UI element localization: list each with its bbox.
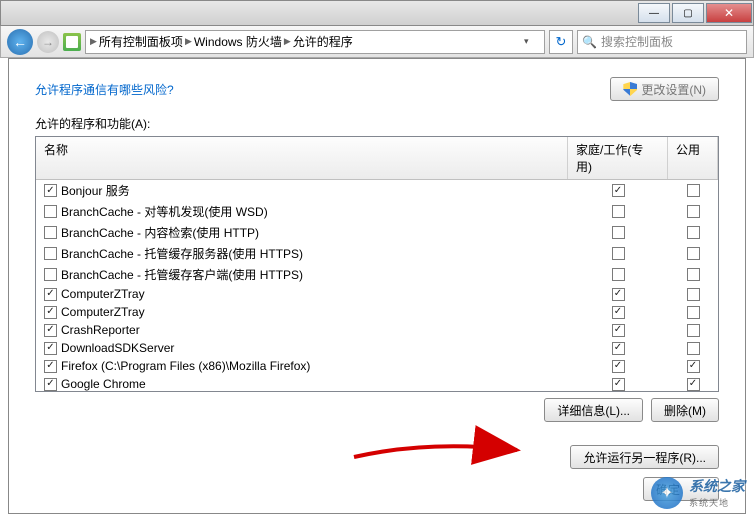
public-checkbox[interactable]	[687, 360, 700, 373]
public-checkbox[interactable]	[687, 268, 700, 281]
home-checkbox[interactable]	[612, 184, 625, 197]
name-checkbox[interactable]	[44, 288, 57, 301]
breadcrumb-item[interactable]: 所有控制面板项	[99, 33, 183, 50]
forward-button: →	[37, 31, 59, 53]
name-checkbox[interactable]	[44, 324, 57, 337]
home-checkbox[interactable]	[612, 205, 625, 218]
public-checkbox[interactable]	[687, 342, 700, 355]
table-row[interactable]: BranchCache - 对等机发现(使用 WSD)	[36, 201, 718, 222]
risk-link[interactable]: 允许程序通信有哪些风险?	[35, 81, 174, 98]
program-name: DownloadSDKServer	[61, 341, 174, 355]
program-name: ComputerZTray	[61, 287, 145, 301]
allowed-programs-list: 名称 家庭/工作(专用) 公用 Bonjour 服务 BranchCache - …	[35, 136, 719, 392]
public-checkbox[interactable]	[687, 378, 700, 391]
home-checkbox[interactable]	[612, 342, 625, 355]
home-checkbox[interactable]	[612, 226, 625, 239]
home-checkbox[interactable]	[612, 247, 625, 260]
table-row[interactable]: Google Chrome	[36, 375, 718, 391]
back-button[interactable]: ←	[7, 29, 33, 55]
table-row[interactable]: BranchCache - 内容检索(使用 HTTP)	[36, 222, 718, 243]
annotation-arrow	[349, 435, 529, 470]
public-checkbox[interactable]	[687, 306, 700, 319]
change-settings-button[interactable]: 更改设置(N)	[610, 77, 719, 101]
col-public-header[interactable]: 公用	[668, 137, 718, 179]
program-name: ComputerZTray	[61, 305, 145, 319]
details-button[interactable]: 详细信息(L)...	[544, 398, 643, 422]
table-row[interactable]: Bonjour 服务	[36, 180, 718, 201]
public-checkbox[interactable]	[687, 184, 700, 197]
change-settings-label: 更改设置(N)	[641, 81, 706, 98]
minimize-button[interactable]: —	[638, 3, 670, 23]
table-row[interactable]: CrashReporter	[36, 321, 718, 339]
table-row[interactable]: DownloadSDKServer	[36, 339, 718, 357]
chevron-down-icon[interactable]: ▾	[524, 36, 540, 47]
home-checkbox[interactable]	[612, 268, 625, 281]
name-checkbox[interactable]	[44, 205, 57, 218]
remove-button[interactable]: 删除(M)	[651, 398, 719, 422]
search-icon: 🔍	[582, 35, 597, 49]
allow-another-program-button[interactable]: 允许运行另一程序(R)...	[570, 445, 719, 469]
name-checkbox[interactable]	[44, 342, 57, 355]
table-row[interactable]: BranchCache - 托管缓存客户端(使用 HTTPS)	[36, 264, 718, 285]
home-checkbox[interactable]	[612, 360, 625, 373]
breadcrumb-item[interactable]: 允许的程序	[293, 33, 353, 50]
program-name: BranchCache - 托管缓存客户端(使用 HTTPS)	[61, 266, 303, 283]
chevron-right-icon: ▶	[284, 36, 291, 47]
refresh-button[interactable]: ↻	[549, 30, 573, 54]
name-checkbox[interactable]	[44, 268, 57, 281]
name-checkbox[interactable]	[44, 247, 57, 260]
content-pane: 允许程序通信有哪些风险? 更改设置(N) 允许的程序和功能(A): 名称 家庭/…	[8, 58, 746, 514]
public-checkbox[interactable]	[687, 205, 700, 218]
program-name: BranchCache - 托管缓存服务器(使用 HTTPS)	[61, 245, 303, 262]
home-checkbox[interactable]	[612, 378, 625, 391]
shield-icon	[623, 82, 637, 96]
chevron-right-icon: ▶	[185, 36, 192, 47]
breadcrumb-item[interactable]: Windows 防火墙	[194, 33, 282, 50]
home-checkbox[interactable]	[612, 324, 625, 337]
maximize-button[interactable]: ▢	[672, 3, 704, 23]
ok-button[interactable]: 确定	[643, 477, 719, 501]
col-home-header[interactable]: 家庭/工作(专用)	[568, 137, 668, 179]
name-checkbox[interactable]	[44, 184, 57, 197]
public-checkbox[interactable]	[687, 324, 700, 337]
list-body[interactable]: Bonjour 服务 BranchCache - 对等机发现(使用 WSD) Bra…	[36, 180, 718, 391]
program-name: CrashReporter	[61, 323, 140, 337]
table-row[interactable]: ComputerZTray	[36, 303, 718, 321]
program-name: Google Chrome	[61, 377, 146, 391]
window-titlebar: — ▢ ✕	[0, 0, 754, 26]
public-checkbox[interactable]	[687, 288, 700, 301]
navigation-bar: ← → ▶ 所有控制面板项 ▶ Windows 防火墙 ▶ 允许的程序 ▾ ↻ …	[0, 26, 754, 58]
search-input[interactable]: 🔍 搜索控制面板	[577, 30, 747, 54]
home-checkbox[interactable]	[612, 288, 625, 301]
list-header: 名称 家庭/工作(专用) 公用	[36, 137, 718, 180]
control-panel-icon	[63, 33, 81, 51]
col-name-header[interactable]: 名称	[36, 137, 568, 179]
search-placeholder: 搜索控制面板	[601, 33, 673, 50]
program-name: BranchCache - 内容检索(使用 HTTP)	[61, 224, 259, 241]
program-name: Bonjour 服务	[61, 182, 130, 199]
public-checkbox[interactable]	[687, 247, 700, 260]
program-name: BranchCache - 对等机发现(使用 WSD)	[61, 203, 268, 220]
table-row[interactable]: ComputerZTray	[36, 285, 718, 303]
table-row[interactable]: Firefox (C:\Program Files (x86)\Mozilla …	[36, 357, 718, 375]
home-checkbox[interactable]	[612, 306, 625, 319]
name-checkbox[interactable]	[44, 378, 57, 391]
close-button[interactable]: ✕	[706, 3, 752, 23]
list-label: 允许的程序和功能(A):	[35, 115, 719, 132]
name-checkbox[interactable]	[44, 306, 57, 319]
breadcrumb[interactable]: ▶ 所有控制面板项 ▶ Windows 防火墙 ▶ 允许的程序 ▾	[85, 30, 545, 54]
program-name: Firefox (C:\Program Files (x86)\Mozilla …	[61, 359, 310, 373]
chevron-right-icon: ▶	[90, 36, 97, 47]
public-checkbox[interactable]	[687, 226, 700, 239]
name-checkbox[interactable]	[44, 360, 57, 373]
name-checkbox[interactable]	[44, 226, 57, 239]
table-row[interactable]: BranchCache - 托管缓存服务器(使用 HTTPS)	[36, 243, 718, 264]
